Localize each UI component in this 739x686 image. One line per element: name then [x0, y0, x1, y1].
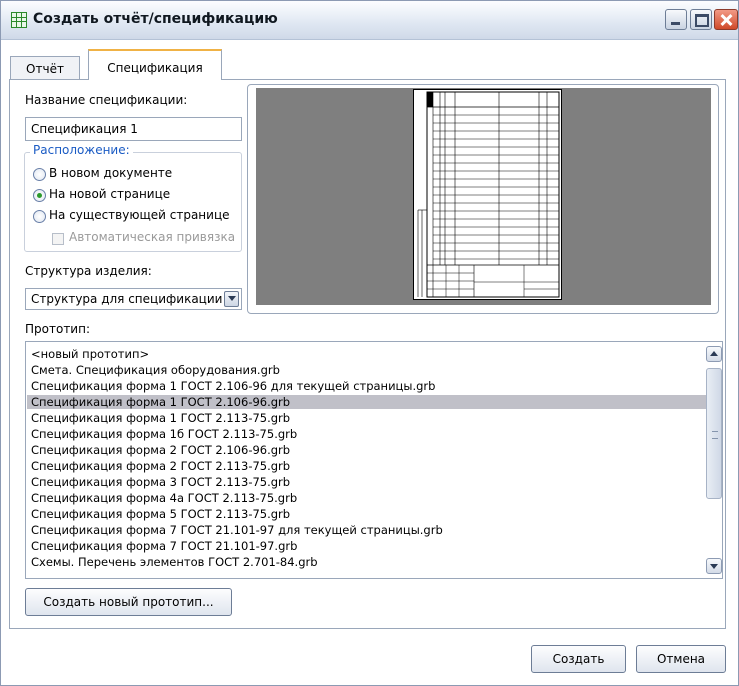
placement-legend: Расположение:	[30, 143, 133, 157]
create-button[interactable]: Создать	[531, 645, 626, 673]
scroll-up-icon[interactable]	[706, 346, 722, 362]
list-item[interactable]: <новый прототип>	[31, 347, 149, 361]
radio-existing-page-label[interactable]: На существующей странице	[49, 208, 230, 222]
list-item[interactable]: Спецификация форма 4а ГОСТ 2.113-75.grb	[31, 491, 297, 505]
maximize-button[interactable]	[690, 9, 712, 30]
list-item[interactable]: Спецификация форма 2 ГОСТ 2.106-96.grb	[31, 443, 290, 457]
list-item[interactable]: Спецификация форма 1 ГОСТ 2.106-96.grb	[27, 395, 707, 409]
radio-new-document-label[interactable]: В новом документе	[49, 166, 172, 180]
spec-name-input[interactable]: Спецификация 1	[25, 117, 242, 141]
radio-new-page[interactable]	[33, 189, 46, 202]
structure-select-value: Структура для спецификации	[31, 292, 223, 306]
tab-report[interactable]: Отчёт	[10, 56, 80, 80]
list-item[interactable]: Спецификация форма 1б ГОСТ 2.113-75.grb	[31, 427, 297, 441]
tab-specification[interactable]: Спецификация	[88, 49, 222, 80]
list-item[interactable]: Спецификация форма 1 ГОСТ 2.113-75.grb	[31, 411, 290, 425]
title-bar: Создать отчёт/спецификацию	[1, 1, 738, 40]
list-item[interactable]: Схемы. Перечень элементов ГОСТ 2.701-84.…	[31, 555, 318, 569]
create-prototype-button[interactable]: Создать новый прототип...	[25, 588, 232, 616]
window-title: Создать отчёт/спецификацию	[33, 11, 278, 27]
prototype-label: Прототип:	[25, 322, 90, 336]
list-item[interactable]: Спецификация форма 7 ГОСТ 21.101-97 для …	[31, 523, 443, 537]
minimize-button[interactable]	[665, 9, 687, 30]
prototype-list[interactable]: <новый прототип> Смета. Спецификация обор…	[25, 341, 723, 579]
radio-new-document[interactable]	[33, 168, 46, 181]
close-button[interactable]	[714, 9, 738, 30]
chevron-down-icon[interactable]	[224, 291, 239, 307]
scroll-down-icon[interactable]	[706, 558, 722, 574]
structure-label: Структура изделия:	[25, 264, 152, 278]
grip-icon	[712, 431, 718, 439]
list-item[interactable]: Спецификация форма 3 ГОСТ 2.113-75.grb	[31, 475, 290, 489]
list-item[interactable]: Спецификация форма 5 ГОСТ 2.113-75.grb	[31, 507, 290, 521]
radio-existing-page[interactable]	[33, 210, 46, 223]
table-app-icon	[11, 12, 27, 28]
auto-bind-label: Автоматическая привязка	[69, 230, 236, 244]
cancel-button[interactable]: Отмена	[636, 645, 726, 673]
radio-new-page-label[interactable]: На новой странице	[49, 187, 170, 201]
spec-name-label: Название спецификации:	[25, 93, 188, 107]
sheet-drawing	[417, 91, 560, 298]
prototype-scrollbar[interactable]	[706, 346, 723, 574]
auto-bind-checkbox[interactable]	[52, 233, 64, 245]
structure-select[interactable]: Структура для спецификации	[25, 288, 242, 310]
list-item[interactable]: Спецификация форма 7 ГОСТ 21.101-97.grb	[31, 539, 297, 553]
list-item[interactable]: Смета. Спецификация оборудования.grb	[31, 363, 280, 377]
list-item[interactable]: Спецификация форма 2 ГОСТ 2.113-75.grb	[31, 459, 290, 473]
list-item[interactable]: Спецификация форма 1 ГОСТ 2.106-96 для т…	[31, 379, 435, 393]
scroll-thumb[interactable]	[706, 368, 722, 499]
preview-sheet	[413, 89, 562, 300]
